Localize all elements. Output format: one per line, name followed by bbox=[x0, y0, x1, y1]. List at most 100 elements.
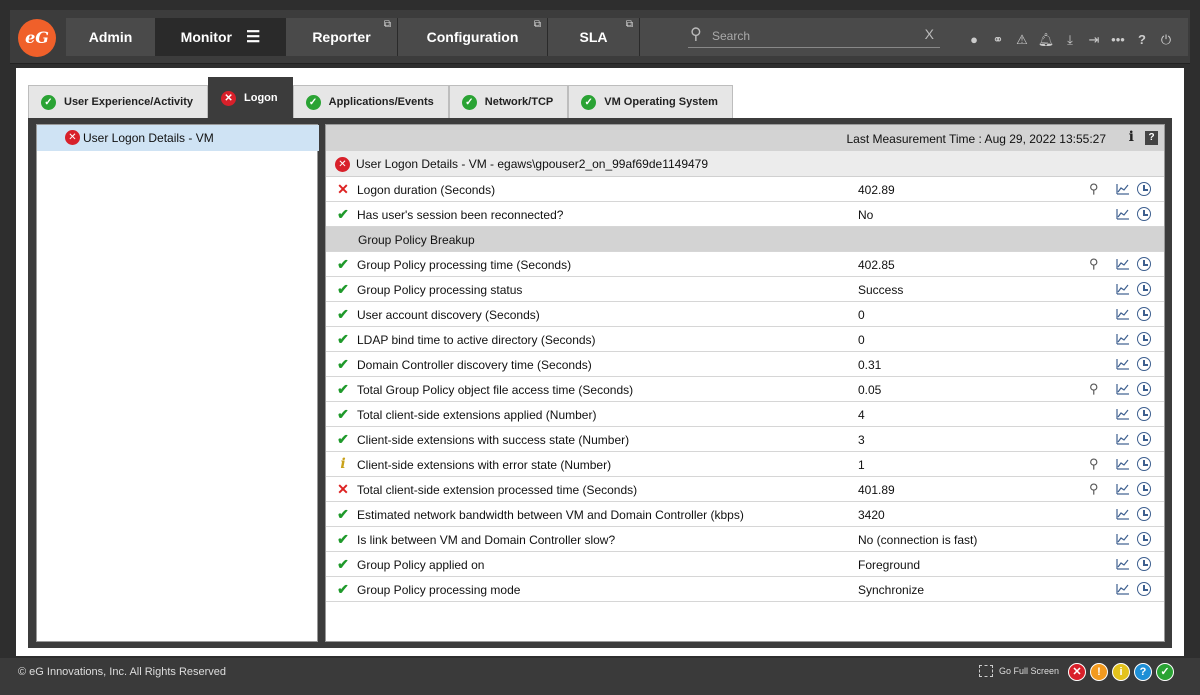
trend-graph-icon[interactable] bbox=[1116, 533, 1130, 545]
help-icon[interactable]: ? bbox=[1145, 131, 1158, 145]
tab-label: User Experience/Activity bbox=[64, 96, 194, 108]
measure-value: No (connection is fast) bbox=[858, 533, 978, 547]
check-icon: ✔ bbox=[337, 256, 349, 272]
history-icon[interactable] bbox=[1137, 482, 1151, 496]
test-tree: ✕ User Logon Details - VM bbox=[36, 124, 319, 642]
detailed-diagnosis-icon[interactable]: ⚲ bbox=[1089, 481, 1099, 497]
ok-status-icon: ✓ bbox=[305, 94, 321, 110]
user-icon[interactable]: ● bbox=[962, 32, 986, 48]
trend-graph-icon[interactable] bbox=[1116, 283, 1130, 295]
trend-graph-icon[interactable] bbox=[1116, 583, 1130, 595]
minor-icon[interactable]: i bbox=[1112, 663, 1130, 681]
history-icon[interactable] bbox=[1137, 182, 1151, 196]
trend-graph-icon[interactable] bbox=[1116, 558, 1130, 570]
critical-icon[interactable]: ✕ bbox=[1068, 663, 1086, 681]
trend-graph-icon[interactable] bbox=[1116, 183, 1130, 195]
menu-icon[interactable]: ☰ bbox=[246, 19, 260, 57]
detailed-diagnosis-icon[interactable]: ⚲ bbox=[1089, 181, 1099, 197]
history-icon[interactable] bbox=[1137, 557, 1151, 571]
history-icon[interactable] bbox=[1137, 582, 1151, 596]
eg-logo[interactable]: eG bbox=[18, 19, 56, 57]
nav-tab-sla[interactable]: SLA ⧉ bbox=[548, 18, 640, 56]
measure-label: Group Policy applied on bbox=[357, 558, 485, 572]
nav-tab-label: Reporter bbox=[312, 29, 371, 45]
ok-status-icon: ✓ bbox=[581, 94, 597, 110]
more-icon[interactable]: ••• bbox=[1106, 32, 1130, 48]
history-icon[interactable] bbox=[1137, 432, 1151, 446]
history-icon[interactable] bbox=[1137, 257, 1151, 271]
nav-tab-monitor[interactable]: Monitor ☰ bbox=[156, 18, 286, 56]
clear-search-button[interactable]: X bbox=[925, 26, 934, 42]
tab-logon[interactable]: ✕ Logon bbox=[208, 77, 293, 118]
table-row: ✔ LDAP bind time to active directory (Sec… bbox=[326, 327, 1164, 352]
trend-graph-icon[interactable] bbox=[1116, 433, 1130, 445]
nav-tab-configuration[interactable]: Configuration ⧉ bbox=[398, 18, 548, 56]
tab-network-tcp[interactable]: ✓ Network/TCP bbox=[448, 85, 569, 118]
history-icon[interactable] bbox=[1137, 282, 1151, 296]
detail-header-label: User Logon Details - VM - egaws\gpouser2… bbox=[356, 157, 709, 171]
measure-label: Group Policy processing status bbox=[357, 283, 523, 297]
link-icon[interactable]: ⚭ bbox=[986, 32, 1010, 48]
search-input[interactable] bbox=[712, 27, 912, 45]
download-icon[interactable]: ⤓ bbox=[1058, 32, 1082, 48]
trend-graph-icon[interactable] bbox=[1116, 308, 1130, 320]
trend-graph-icon[interactable] bbox=[1116, 333, 1130, 345]
history-icon[interactable] bbox=[1137, 457, 1151, 471]
history-icon[interactable] bbox=[1137, 407, 1151, 421]
last-measurement-time: Last Measurement Time : Aug 29, 2022 13:… bbox=[846, 132, 1107, 146]
history-icon[interactable] bbox=[1137, 357, 1151, 371]
tree-item-user-logon-details[interactable]: ✕ User Logon Details - VM bbox=[37, 125, 319, 151]
history-icon[interactable] bbox=[1137, 307, 1151, 321]
trend-graph-icon[interactable] bbox=[1116, 208, 1130, 220]
detailed-diagnosis-icon[interactable]: ⚲ bbox=[1089, 256, 1099, 272]
copyright: © eG Innovations, Inc. All Rights Reserv… bbox=[18, 666, 227, 678]
go-full-screen-button[interactable]: Go Full Screen bbox=[979, 665, 1059, 677]
tab-user-experience[interactable]: ✓ User Experience/Activity bbox=[28, 85, 209, 118]
history-icon[interactable] bbox=[1137, 207, 1151, 221]
check-icon: ✔ bbox=[337, 506, 349, 522]
nav-tab-label: Monitor bbox=[180, 29, 232, 45]
history-icon[interactable] bbox=[1137, 382, 1151, 396]
trend-graph-icon[interactable] bbox=[1116, 358, 1130, 370]
trend-graph-icon[interactable] bbox=[1116, 408, 1130, 420]
table-row: i Client-side extensions with error state… bbox=[326, 452, 1164, 477]
trend-graph-icon[interactable] bbox=[1116, 508, 1130, 520]
major-icon[interactable]: ! bbox=[1090, 663, 1108, 681]
measure-label: Domain Controller discovery time (Second… bbox=[357, 358, 592, 372]
history-icon[interactable] bbox=[1137, 532, 1151, 546]
detailed-diagnosis-icon[interactable]: ⚲ bbox=[1089, 381, 1099, 397]
trend-graph-icon[interactable] bbox=[1116, 458, 1130, 470]
nav-tab-reporter[interactable]: Reporter ⧉ bbox=[286, 18, 398, 56]
detailed-diagnosis-icon[interactable]: ⚲ bbox=[1089, 456, 1099, 472]
section-header-row: Group Policy Breakup bbox=[326, 227, 1164, 252]
help-icon[interactable]: ? bbox=[1130, 32, 1154, 48]
trend-graph-icon[interactable] bbox=[1116, 483, 1130, 495]
table-row: ✔ Estimated network bandwidth between VM … bbox=[326, 502, 1164, 527]
measure-value: 1 bbox=[858, 458, 865, 472]
table-row: ✔ Client-side extensions with success sta… bbox=[326, 427, 1164, 452]
measure-value: 3420 bbox=[858, 508, 885, 522]
trend-graph-icon[interactable] bbox=[1116, 258, 1130, 270]
nav-tab-label: Admin bbox=[88, 29, 133, 45]
unknown-icon[interactable]: ? bbox=[1134, 663, 1152, 681]
measure-value: Success bbox=[858, 283, 904, 297]
table-row: ✔ Has user's session been reconnected? No bbox=[326, 202, 1164, 227]
bell-icon[interactable]: 🔔︎ bbox=[1034, 32, 1058, 48]
warning-icon[interactable]: ⚠ bbox=[1010, 32, 1034, 48]
table-row: ✔ User account discovery (Seconds) 0 bbox=[326, 302, 1164, 327]
table-row: ✕ Logon duration (Seconds) 402.89 ⚲ bbox=[326, 177, 1164, 202]
main-area: ✓ User Experience/Activity ✕ Logon ✓ Applic… bbox=[16, 68, 1184, 656]
footer: © eG Innovations, Inc. All Rights Reserv… bbox=[0, 658, 1200, 695]
normal-icon[interactable]: ✓ bbox=[1156, 663, 1174, 681]
external-link-icon: ⧉ bbox=[533, 19, 541, 30]
history-icon[interactable] bbox=[1137, 332, 1151, 346]
measures-table: ✕ Logon duration (Seconds) 402.89 ⚲ ✔ Has use… bbox=[326, 177, 1164, 602]
history-icon[interactable] bbox=[1137, 507, 1151, 521]
power-icon[interactable]: ⏻ bbox=[1154, 32, 1178, 48]
tab-vm-operating-system[interactable]: ✓ VM Operating System bbox=[568, 85, 733, 118]
tab-applications-events[interactable]: ✓ Applications/Events bbox=[292, 85, 449, 118]
login-icon[interactable]: ⇥ bbox=[1082, 32, 1106, 48]
trend-graph-icon[interactable] bbox=[1116, 383, 1130, 395]
info-icon[interactable]: i bbox=[1129, 129, 1134, 145]
nav-tab-admin[interactable]: Admin bbox=[66, 18, 156, 56]
